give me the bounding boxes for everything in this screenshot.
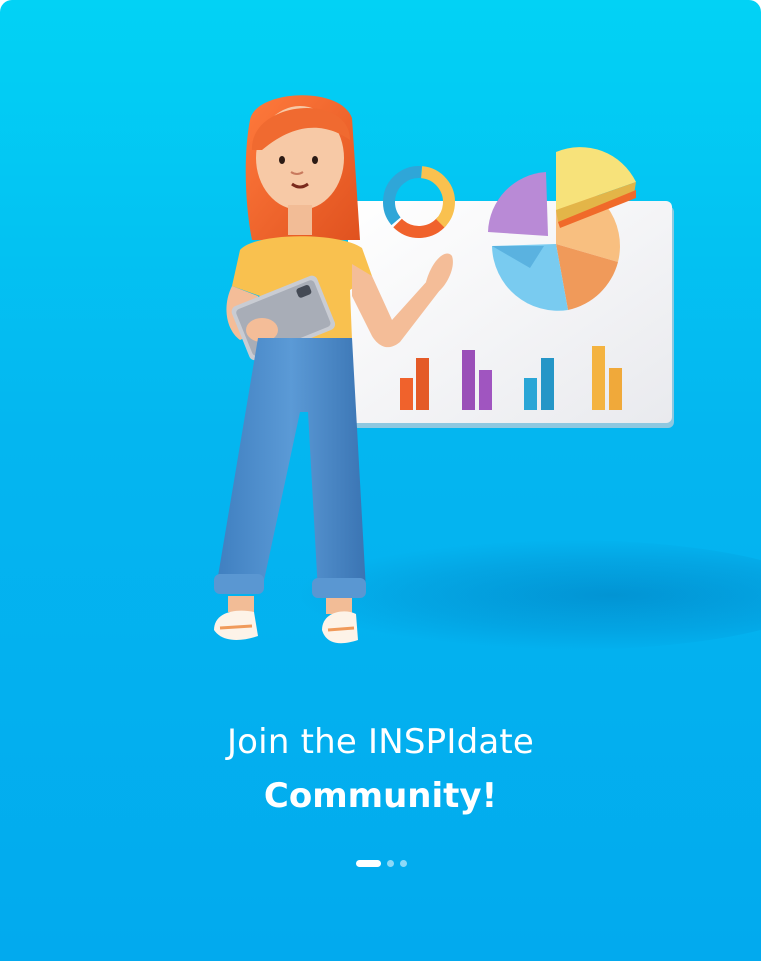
page-dot-3[interactable]	[400, 860, 407, 867]
pagination-indicator	[356, 860, 407, 867]
page-dot-2[interactable]	[387, 860, 394, 867]
onboarding-screen: Join the INSPIdate Community!	[0, 0, 761, 961]
title-line-2: Community!	[263, 776, 498, 816]
presenter-illustration	[214, 95, 674, 644]
chart-board	[348, 201, 674, 428]
onboarding-title: Join the INSPIdate Community!	[0, 718, 761, 826]
title-line-1: Join the INSPIdate	[226, 722, 535, 762]
page-dot-1-active[interactable]	[356, 860, 381, 867]
